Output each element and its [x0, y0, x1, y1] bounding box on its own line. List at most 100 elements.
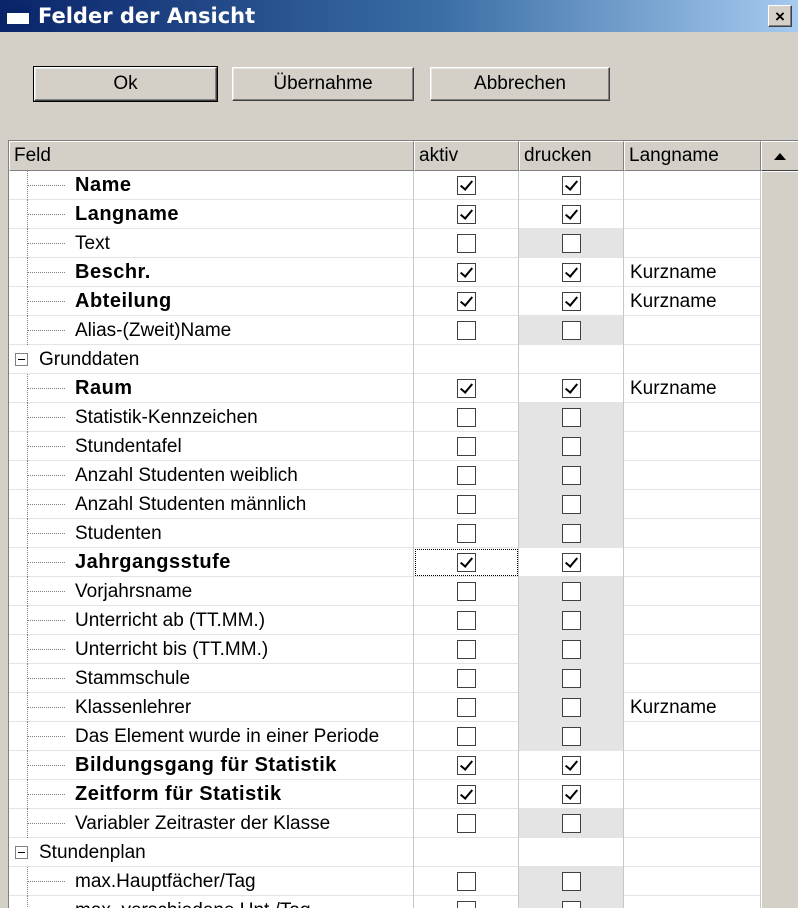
- column-header-drucken[interactable]: drucken: [519, 141, 624, 171]
- aktiv-checkbox[interactable]: [456, 321, 476, 340]
- langname-cell[interactable]: [624, 722, 761, 751]
- langname-cell[interactable]: [624, 548, 761, 577]
- drucken-checkbox[interactable]: [561, 814, 581, 833]
- close-button[interactable]: ×: [768, 5, 792, 27]
- drucken-checkbox[interactable]: [561, 553, 581, 572]
- aktiv-checkbox[interactable]: [456, 379, 476, 398]
- aktiv-checkbox[interactable]: [456, 292, 476, 311]
- drucken-checkbox[interactable]: [561, 234, 581, 253]
- langname-cell[interactable]: [624, 229, 761, 258]
- drucken-checkbox[interactable]: [561, 205, 581, 224]
- drucken-checkbox[interactable]: [561, 495, 581, 514]
- tree-field-row[interactable]: Beschr. Kurzname: [9, 258, 761, 287]
- langname-cell[interactable]: [624, 896, 761, 908]
- aktiv-checkbox[interactable]: [456, 611, 476, 630]
- drucken-checkbox[interactable]: [561, 872, 581, 891]
- tree-field-row[interactable]: Anzahl Studenten weiblich: [9, 461, 761, 490]
- langname-cell[interactable]: [624, 200, 761, 229]
- langname-cell[interactable]: Kurzname: [624, 258, 761, 287]
- collapse-icon[interactable]: [15, 353, 28, 366]
- aktiv-checkbox[interactable]: [456, 234, 476, 253]
- aktiv-checkbox[interactable]: [456, 176, 476, 195]
- langname-cell[interactable]: [624, 751, 761, 780]
- tree-field-row[interactable]: max.Hauptfächer/Tag: [9, 867, 761, 896]
- langname-cell[interactable]: [624, 809, 761, 838]
- langname-cell[interactable]: [624, 316, 761, 345]
- tree-field-row[interactable]: Stundentafel: [9, 432, 761, 461]
- aktiv-checkbox[interactable]: [456, 872, 476, 891]
- aktiv-checkbox[interactable]: [456, 437, 476, 456]
- drucken-checkbox[interactable]: [561, 901, 581, 908]
- tree-field-row[interactable]: Anzahl Studenten männlich: [9, 490, 761, 519]
- langname-cell[interactable]: [624, 519, 761, 548]
- tree-field-row[interactable]: max. verschiedene Unt./Tag: [9, 896, 761, 908]
- aktiv-checkbox[interactable]: [456, 263, 476, 282]
- aktiv-checkbox[interactable]: [456, 756, 476, 775]
- aktiv-checkbox[interactable]: [456, 205, 476, 224]
- aktiv-checkbox[interactable]: [456, 553, 476, 572]
- tree-field-row[interactable]: Unterricht ab (TT.MM.): [9, 606, 761, 635]
- aktiv-checkbox[interactable]: [456, 727, 476, 746]
- scroll-thumb[interactable]: [761, 171, 798, 908]
- ok-button[interactable]: Ok: [33, 66, 218, 102]
- drucken-checkbox[interactable]: [561, 727, 581, 746]
- apply-button[interactable]: Übernahme: [232, 67, 414, 101]
- tree-field-row[interactable]: Zeitform für Statistik: [9, 780, 761, 809]
- tree-field-row[interactable]: Bildungsgang für Statistik: [9, 751, 761, 780]
- tree-field-row[interactable]: Vorjahrsname: [9, 577, 761, 606]
- tree-field-row[interactable]: Alias-(Zweit)Name: [9, 316, 761, 345]
- drucken-checkbox[interactable]: [561, 176, 581, 195]
- drucken-checkbox[interactable]: [561, 379, 581, 398]
- tree-field-row[interactable]: Langname: [9, 200, 761, 229]
- langname-cell[interactable]: [624, 490, 761, 519]
- drucken-checkbox[interactable]: [561, 785, 581, 804]
- langname-cell[interactable]: [624, 577, 761, 606]
- tree-group-row[interactable]: Grunddaten: [9, 345, 761, 374]
- langname-cell[interactable]: Kurzname: [624, 693, 761, 722]
- tree-field-row[interactable]: Name: [9, 171, 761, 200]
- drucken-checkbox[interactable]: [561, 524, 581, 543]
- langname-cell[interactable]: Kurzname: [624, 374, 761, 403]
- langname-cell[interactable]: [624, 403, 761, 432]
- drucken-checkbox[interactable]: [561, 292, 581, 311]
- langname-cell[interactable]: [624, 461, 761, 490]
- tree-field-row[interactable]: Raum Kurzname: [9, 374, 761, 403]
- drucken-checkbox[interactable]: [561, 466, 581, 485]
- aktiv-checkbox[interactable]: [456, 495, 476, 514]
- tree-field-row[interactable]: Statistik-Kennzeichen: [9, 403, 761, 432]
- tree-field-row[interactable]: Stammschule: [9, 664, 761, 693]
- aktiv-checkbox[interactable]: [456, 785, 476, 804]
- drucken-checkbox[interactable]: [561, 321, 581, 340]
- column-header-aktiv[interactable]: aktiv: [414, 141, 519, 171]
- langname-cell[interactable]: [624, 635, 761, 664]
- tree-field-row[interactable]: Unterricht bis (TT.MM.): [9, 635, 761, 664]
- langname-cell[interactable]: [624, 838, 761, 867]
- tree-field-row[interactable]: Jahrgangsstufe: [9, 548, 761, 577]
- aktiv-checkbox[interactable]: [456, 466, 476, 485]
- aktiv-checkbox[interactable]: [456, 698, 476, 717]
- tree-field-row[interactable]: Variabler Zeitraster der Klasse: [9, 809, 761, 838]
- column-header-langname[interactable]: Langname: [624, 141, 761, 171]
- drucken-checkbox[interactable]: [561, 698, 581, 717]
- drucken-checkbox[interactable]: [561, 582, 581, 601]
- cancel-button[interactable]: Abbrechen: [430, 67, 610, 101]
- aktiv-checkbox[interactable]: [456, 408, 476, 427]
- tree-field-row[interactable]: Text: [9, 229, 761, 258]
- vertical-scrollbar[interactable]: [761, 141, 798, 908]
- langname-cell[interactable]: [624, 780, 761, 809]
- drucken-checkbox[interactable]: [561, 669, 581, 688]
- aktiv-checkbox[interactable]: [456, 524, 476, 543]
- collapse-icon[interactable]: [15, 846, 28, 859]
- scroll-up-button[interactable]: [761, 141, 798, 171]
- tree-group-row[interactable]: Stundenplan: [9, 838, 761, 867]
- tree-field-row[interactable]: Abteilung Kurzname: [9, 287, 761, 316]
- drucken-checkbox[interactable]: [561, 263, 581, 282]
- langname-cell[interactable]: [624, 606, 761, 635]
- langname-cell[interactable]: [624, 867, 761, 896]
- column-header-feld[interactable]: Feld: [9, 141, 414, 171]
- drucken-checkbox[interactable]: [561, 611, 581, 630]
- drucken-checkbox[interactable]: [561, 408, 581, 427]
- tree-field-row[interactable]: Das Element wurde in einer Periode: [9, 722, 761, 751]
- aktiv-checkbox[interactable]: [456, 669, 476, 688]
- langname-cell[interactable]: [624, 664, 761, 693]
